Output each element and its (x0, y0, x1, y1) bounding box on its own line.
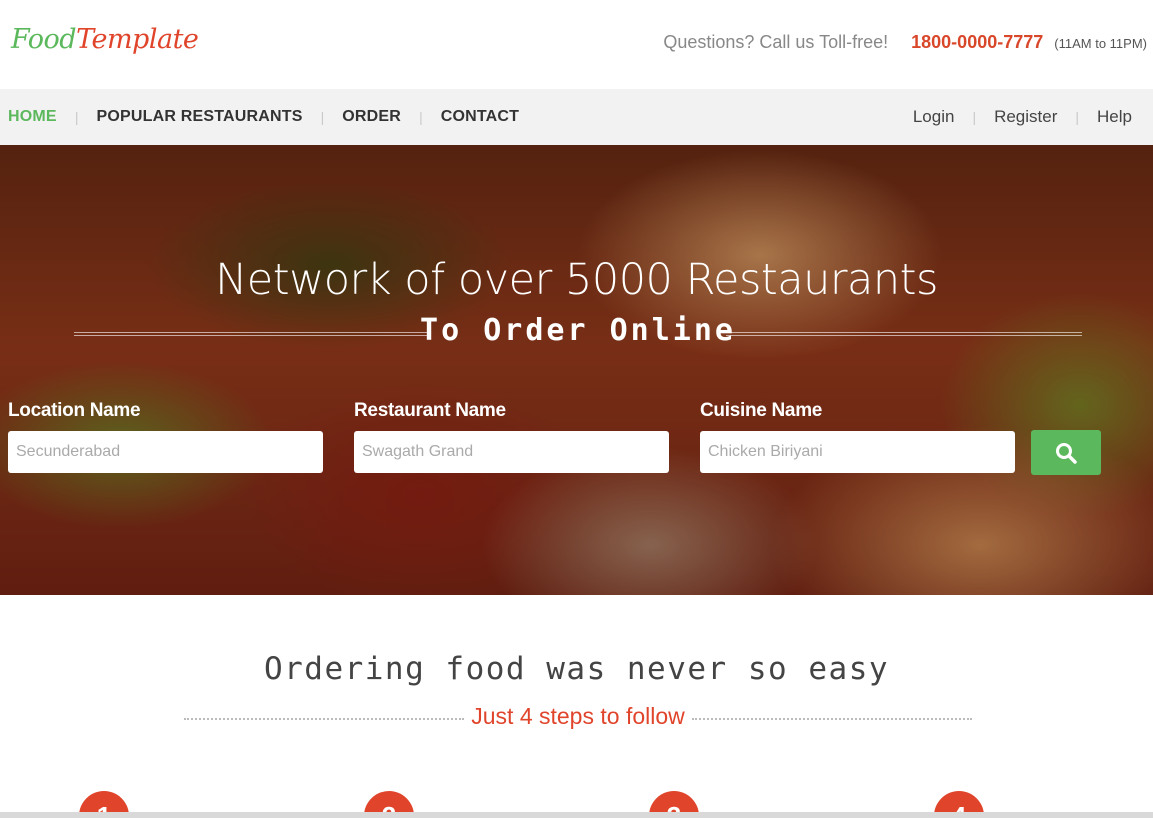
steps-subtitle: Just 4 steps to follow (471, 703, 685, 729)
restaurant-field: Restaurant Name (354, 400, 669, 473)
hero-title: Network of over 5000 Restaurants (215, 255, 938, 305)
location-input[interactable] (8, 431, 323, 473)
contact-hours: (11AM to 11PM) (1054, 36, 1147, 51)
nav-divider: | (419, 109, 423, 125)
nav-primary: HOME | POPULAR RESTAURANTS | ORDER | CON… (8, 89, 519, 145)
hero-banner: Network of over 5000 Restaurants To Orde… (0, 145, 1153, 595)
main-navbar: HOME | POPULAR RESTAURANTS | ORDER | CON… (0, 89, 1153, 145)
hero-subtitle-row: To Order Online (74, 313, 1082, 353)
steps-subtitle-row: Just 4 steps to follow (184, 703, 972, 733)
contact-info: Questions? Call us Toll-free! 1800-0000-… (663, 32, 1147, 53)
nav-item-order[interactable]: ORDER (342, 108, 401, 126)
cuisine-input[interactable] (700, 431, 1015, 473)
restaurant-input[interactable] (354, 431, 669, 473)
nav-divider: | (74, 109, 79, 125)
location-label: Location Name (8, 400, 141, 421)
logo-text-template: Template (76, 24, 199, 55)
nav-divider: | (1075, 109, 1080, 125)
site-logo[interactable]: FoodTemplate (11, 24, 199, 55)
nav-divider: | (320, 109, 325, 125)
horizontal-scrollbar[interactable] (0, 812, 1153, 818)
nav-item-contact[interactable]: CONTACT (441, 108, 519, 126)
hero-divider-right (726, 332, 1082, 336)
steps-title: Ordering food was never so easy (263, 651, 890, 687)
top-header: FoodTemplate Questions? Call us Toll-fre… (0, 0, 1153, 89)
steps-dotted-divider-right (692, 718, 972, 720)
nav-item-popular-restaurants[interactable]: POPULAR RESTAURANTS (96, 108, 302, 126)
contact-question: Questions? Call us Toll-free! (663, 32, 889, 52)
logo-text-food: Food (11, 24, 77, 55)
search-icon (1056, 442, 1077, 464)
nav-item-register[interactable]: Register (994, 107, 1057, 127)
hero-subtitle: To Order Online (420, 313, 736, 348)
nav-item-login[interactable]: Login (913, 107, 955, 127)
search-button[interactable] (1031, 430, 1101, 475)
nav-account: Login | Register | Help (913, 89, 1132, 145)
restaurant-label: Restaurant Name (354, 400, 506, 421)
location-field: Location Name (8, 400, 323, 473)
contact-phone[interactable]: 1800-0000-7777 (911, 32, 1043, 52)
cuisine-label: Cuisine Name (700, 400, 823, 421)
nav-divider: | (972, 109, 977, 125)
nav-item-home[interactable]: HOME (8, 108, 57, 126)
nav-item-help[interactable]: Help (1097, 107, 1132, 127)
cuisine-field: Cuisine Name (700, 400, 1015, 473)
